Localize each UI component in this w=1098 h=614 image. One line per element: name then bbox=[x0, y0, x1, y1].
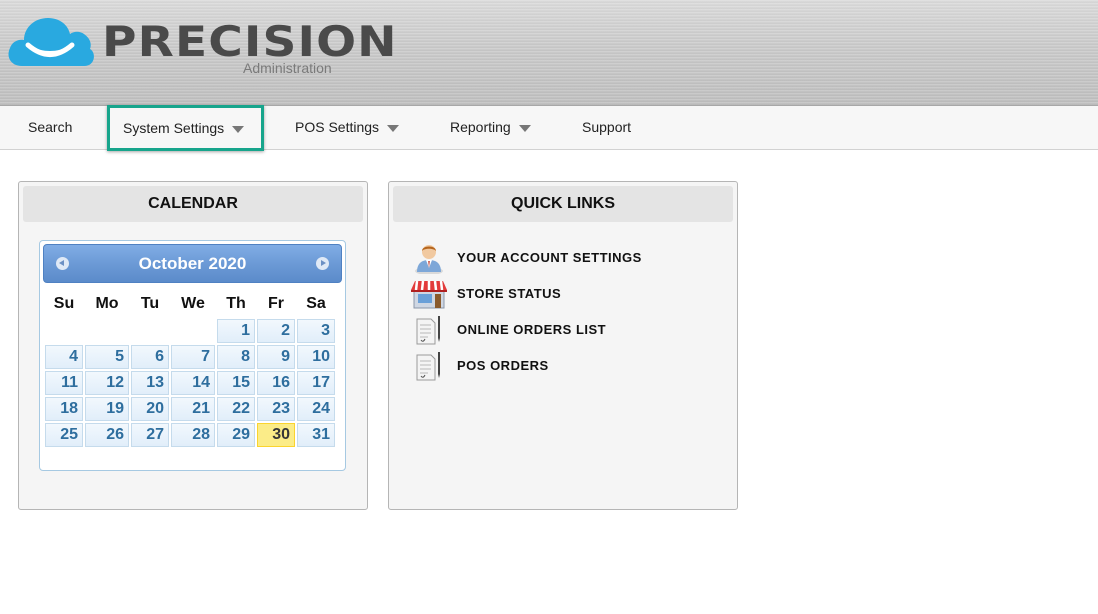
calendar-empty-cell bbox=[45, 319, 83, 343]
document-pen-icon bbox=[416, 316, 440, 345]
user-icon bbox=[415, 245, 443, 274]
calendar-empty-cell bbox=[171, 319, 215, 343]
calendar-day-today[interactable]: 30 bbox=[257, 423, 295, 447]
calendar-day[interactable]: 12 bbox=[85, 371, 129, 395]
header-banner: PRECISION Administration bbox=[0, 0, 1098, 106]
quick-links-panel: QUICK LINKS YOUR ACCOUNT SETTINGS STORE … bbox=[388, 181, 738, 510]
weekday-header: Mo bbox=[95, 295, 119, 312]
nav-support[interactable]: Support bbox=[582, 106, 631, 149]
quick-link-label: YOUR ACCOUNT SETTINGS bbox=[457, 250, 642, 265]
chevron-down-icon bbox=[387, 124, 400, 132]
next-month-icon[interactable] bbox=[316, 257, 329, 270]
calendar-grid: Su Mo Tu We Th Fr Sa 1 2 3 4 5 6 7 8 9 10 11 12 13 14 15 16 17… bbox=[43, 289, 337, 449]
nav-reporting-label: Reporting bbox=[450, 119, 511, 135]
chevron-down-icon bbox=[518, 124, 531, 132]
quick-links-panel-title: QUICK LINKS bbox=[393, 186, 733, 222]
brand-name: PRECISION bbox=[102, 17, 398, 66]
calendar-day[interactable]: 28 bbox=[171, 423, 215, 447]
calendar-header: October 2020 bbox=[43, 244, 342, 283]
calendar-day[interactable]: 18 bbox=[45, 397, 83, 421]
weekday-header: We bbox=[181, 295, 205, 312]
calendar-day[interactable]: 10 bbox=[297, 345, 335, 369]
calendar-day[interactable]: 11 bbox=[45, 371, 83, 395]
calendar-day[interactable]: 4 bbox=[45, 345, 83, 369]
calendar-day[interactable]: 19 bbox=[85, 397, 129, 421]
cloud-logo-icon bbox=[8, 18, 94, 66]
quick-link-online-orders[interactable]: ONLINE ORDERS LIST bbox=[409, 314, 729, 346]
calendar-day[interactable]: 9 bbox=[257, 345, 295, 369]
calendar-day[interactable]: 15 bbox=[217, 371, 255, 395]
calendar-day[interactable]: 26 bbox=[85, 423, 129, 447]
quick-link-account-settings[interactable]: YOUR ACCOUNT SETTINGS bbox=[409, 242, 729, 274]
store-icon bbox=[411, 280, 447, 309]
weekday-header: Tu bbox=[140, 295, 160, 312]
calendar-day[interactable]: 23 bbox=[257, 397, 295, 421]
main-nav: Search System Settings POS Settings Repo… bbox=[0, 105, 1098, 151]
quick-link-pos-orders[interactable]: POS ORDERS bbox=[409, 350, 729, 382]
quick-link-store-status[interactable]: STORE STATUS bbox=[409, 278, 729, 310]
calendar-day[interactable]: 27 bbox=[131, 423, 169, 447]
calendar-day[interactable]: 8 bbox=[217, 345, 255, 369]
calendar-day[interactable]: 3 bbox=[297, 319, 335, 343]
calendar-day[interactable]: 22 bbox=[217, 397, 255, 421]
calendar-month-label: October 2020 bbox=[138, 254, 247, 273]
calendar-day[interactable]: 29 bbox=[217, 423, 255, 447]
nav-search[interactable]: Search bbox=[28, 106, 72, 149]
nav-reporting[interactable]: Reporting bbox=[450, 106, 531, 149]
calendar-day[interactable]: 17 bbox=[297, 371, 335, 395]
weekday-header: Sa bbox=[306, 295, 326, 312]
calendar-day[interactable]: 6 bbox=[131, 345, 169, 369]
quick-link-label: ONLINE ORDERS LIST bbox=[457, 322, 607, 337]
calendar-empty-cell bbox=[131, 319, 169, 343]
calendar-day[interactable]: 13 bbox=[131, 371, 169, 395]
weekday-header: Fr bbox=[268, 295, 284, 312]
calendar-day[interactable]: 21 bbox=[171, 397, 215, 421]
nav-search-label: Search bbox=[28, 119, 73, 135]
calendar-day[interactable]: 1 bbox=[217, 319, 255, 343]
calendar-day[interactable]: 24 bbox=[297, 397, 335, 421]
calendar-day[interactable]: 5 bbox=[85, 345, 129, 369]
quick-link-label: STORE STATUS bbox=[457, 286, 562, 301]
calendar-panel-title: CALENDAR bbox=[23, 186, 363, 222]
nav-support-label: Support bbox=[582, 119, 632, 135]
quick-link-label: POS ORDERS bbox=[457, 358, 549, 373]
chevron-down-icon bbox=[232, 125, 245, 133]
nav-system-settings[interactable]: System Settings bbox=[107, 105, 264, 151]
weekday-header: Su bbox=[53, 295, 75, 312]
nav-system-settings-label: System Settings bbox=[123, 120, 225, 136]
calendar-panel: CALENDAR October 2020 Su Mo Tu We Th Fr Sa 123… bbox=[18, 181, 368, 510]
calendar-widget: October 2020 Su Mo Tu We Th Fr Sa 1 2 3 4 5 6 7 8 9 10 1… bbox=[39, 240, 346, 471]
nav-pos-settings[interactable]: POS Settings bbox=[295, 106, 400, 149]
calendar-day[interactable]: 2 bbox=[257, 319, 295, 343]
calendar-day[interactable]: 31 bbox=[297, 423, 335, 447]
calendar-empty-cell bbox=[85, 319, 129, 343]
brand-subtitle: Administration bbox=[243, 60, 332, 76]
calendar-day[interactable]: 20 bbox=[131, 397, 169, 421]
calendar-day[interactable]: 7 bbox=[171, 345, 215, 369]
calendar-day[interactable]: 25 bbox=[45, 423, 83, 447]
nav-pos-settings-label: POS Settings bbox=[295, 119, 380, 135]
calendar-day[interactable]: 14 bbox=[171, 371, 215, 395]
document-pen-icon bbox=[416, 352, 440, 381]
calendar-day[interactable]: 16 bbox=[257, 371, 295, 395]
weekday-header: Th bbox=[226, 295, 246, 312]
